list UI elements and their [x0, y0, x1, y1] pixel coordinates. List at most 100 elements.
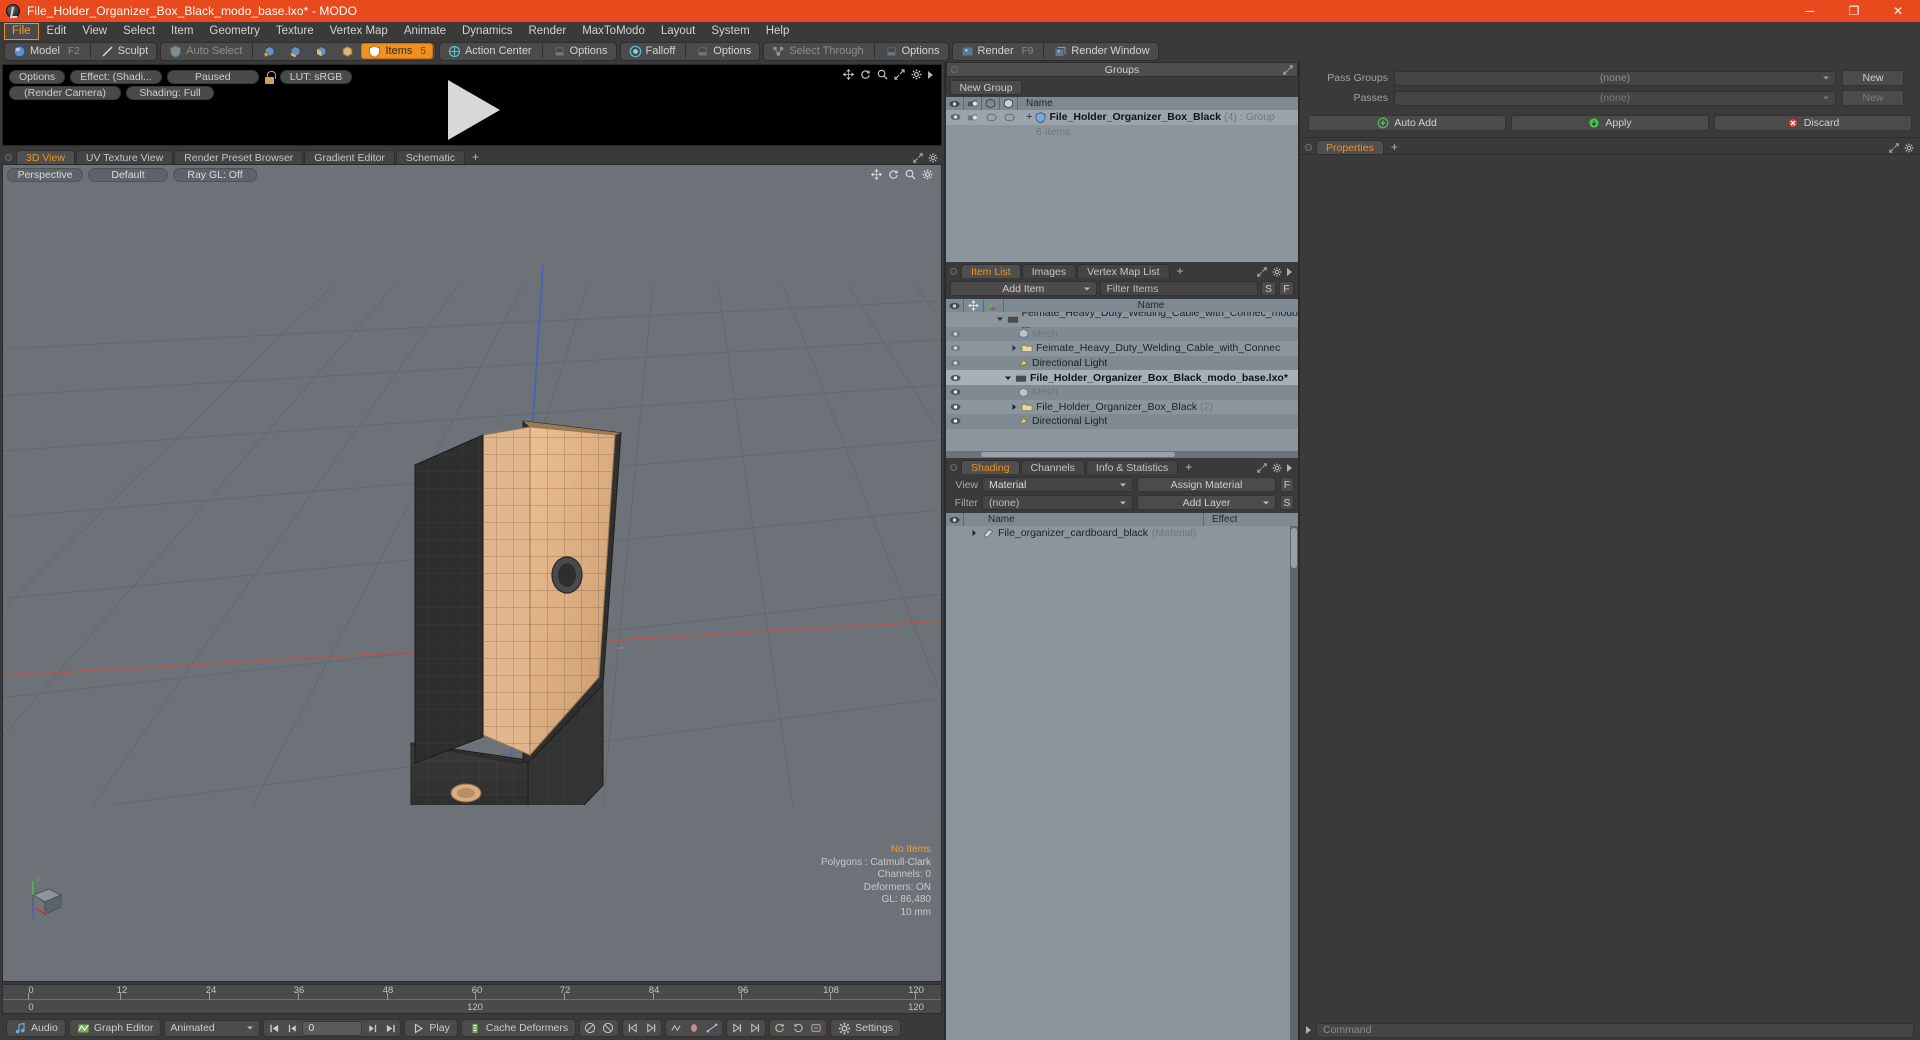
settings-button[interactable]: Settings [830, 1019, 901, 1037]
add-layer-s-button[interactable]: S [1280, 495, 1294, 510]
add-properties-tab-button[interactable]: + [1385, 141, 1404, 154]
expand-panel-icon[interactable] [913, 153, 923, 163]
tab-uv-texture-view[interactable]: UV Texture View [76, 150, 173, 164]
add-shading-tab-button[interactable]: + [1179, 461, 1198, 474]
menu-item-select[interactable]: Select [115, 23, 163, 40]
go-to-start-button[interactable] [266, 1021, 282, 1036]
ellipse-icon-button[interactable] [686, 1021, 702, 1036]
tab-shading[interactable]: Shading [961, 460, 1020, 474]
item-list-hscrollbar[interactable] [946, 451, 1298, 458]
menu-item-file[interactable]: File [4, 23, 39, 40]
menu-item-animate[interactable]: Animate [396, 23, 454, 40]
select-through-button[interactable]: Select Through [766, 43, 869, 59]
cache-deformers-button[interactable]: Cache Deformers [461, 1019, 576, 1037]
items-mode-button[interactable]: Items 5 [361, 43, 432, 59]
next-frame-button[interactable] [364, 1021, 380, 1036]
panel-gear-icon[interactable] [1272, 463, 1282, 473]
row-eye-toggle[interactable] [946, 330, 964, 338]
go-to-end-button[interactable] [382, 1021, 398, 1036]
expand-arrow-down-icon[interactable] [1004, 374, 1012, 382]
menu-item-vertex-map[interactable]: Vertex Map [322, 23, 396, 40]
gear-icon[interactable] [911, 69, 922, 80]
render-lut-button[interactable]: LUT: sRGB [280, 70, 353, 84]
expand-toggle[interactable]: + [1026, 111, 1032, 123]
passes-select[interactable]: (none) [1394, 91, 1836, 106]
expand-panel-icon[interactable] [1257, 267, 1267, 277]
viewport-raygl-button[interactable]: Ray GL: Off [173, 168, 257, 182]
tab-channels[interactable]: Channels [1021, 460, 1085, 474]
add-item-list-tab-button[interactable]: + [1171, 265, 1190, 278]
render-camera-button[interactable]: (Render Camera) [9, 86, 121, 100]
item-row-6[interactable]: File_Holder_Organizer_Box_Black (2) [946, 400, 1298, 415]
expand-arrow-icon[interactable] [928, 71, 933, 79]
item-row-3[interactable]: Directional Light [946, 356, 1298, 371]
apply-button[interactable]: Apply [1511, 115, 1709, 131]
groups-list-body[interactable]: + File_Holder_Organizer_Box_Black (4) : … [946, 110, 1298, 262]
rotate-icon[interactable] [860, 69, 871, 80]
shading-col-eye[interactable] [946, 513, 964, 526]
tab-schematic[interactable]: Schematic [396, 150, 465, 164]
panel-dot-icon[interactable] [951, 66, 958, 73]
filter-items-input[interactable]: Filter Items [1100, 281, 1259, 296]
vertex-select-button[interactable] [257, 43, 282, 59]
fit-icon[interactable] [894, 69, 905, 80]
material-select-button[interactable] [335, 43, 360, 59]
new-pass-group-button[interactable]: New [1842, 70, 1904, 86]
row-camera-toggle[interactable] [964, 113, 982, 122]
menu-item-help[interactable]: Help [758, 23, 798, 40]
play-button[interactable]: Play [404, 1019, 457, 1037]
cycle-before-button[interactable] [772, 1021, 788, 1036]
shading-list-body[interactable]: File_organizer_cardboard_black (Material… [946, 526, 1298, 1040]
range-start-button[interactable] [729, 1021, 745, 1036]
groups-row[interactable]: + File_Holder_Organizer_Box_Black (4) : … [946, 110, 1298, 125]
row-eye-toggle[interactable] [946, 113, 964, 121]
expand-arrow-right-icon[interactable] [1010, 344, 1018, 352]
assign-f-button[interactable]: F [1280, 477, 1294, 492]
shading-row-0[interactable]: File_organizer_cardboard_black (Material… [946, 526, 1298, 541]
pass-groups-select[interactable]: (none) [1394, 71, 1836, 86]
tab-vertex-map-list[interactable]: Vertex Map List [1077, 264, 1169, 278]
row-eye-toggle[interactable] [946, 359, 964, 367]
row-shaded-box-toggle[interactable] [1000, 113, 1018, 122]
menu-item-layout[interactable]: Layout [653, 23, 704, 40]
auto-add-button[interactable]: Auto Add [1308, 115, 1506, 131]
groups-col-eye[interactable] [946, 97, 964, 110]
render-shading-button[interactable]: Shading: Full [126, 86, 214, 100]
pan-icon[interactable] [843, 69, 854, 80]
menu-item-view[interactable]: View [74, 23, 115, 40]
command-input[interactable]: Command [1316, 1023, 1914, 1038]
panel-arrow-icon[interactable] [1287, 268, 1292, 276]
expand-panel-icon[interactable] [1283, 65, 1293, 75]
item-col-transform[interactable] [964, 299, 984, 312]
menu-item-geometry[interactable]: Geometry [201, 23, 268, 40]
add-item-button[interactable]: Add Item [950, 281, 1097, 296]
menu-item-item[interactable]: Item [163, 23, 201, 40]
menu-item-dynamics[interactable]: Dynamics [454, 23, 520, 40]
tab-properties[interactable]: Properties [1316, 140, 1384, 154]
close-button[interactable]: ✕ [1876, 0, 1920, 22]
row-eye-toggle[interactable] [946, 417, 964, 425]
render-play-triangle-icon[interactable] [448, 80, 500, 140]
previous-frame-button[interactable] [284, 1021, 300, 1036]
maximize-button[interactable]: ❐ [1832, 0, 1876, 22]
expand-panel-icon[interactable] [1257, 463, 1267, 473]
item-row-0[interactable]: Feimate_Heavy_Duty_Welding_Cable_with_Co… [946, 312, 1298, 327]
render-effect-button[interactable]: Effect: (Shadi... [70, 70, 162, 84]
graph-editor-button[interactable]: Graph Editor [69, 1019, 162, 1037]
item-list-body[interactable]: Feimate_Heavy_Duty_Welding_Cable_with_Co… [946, 312, 1298, 458]
properties-tab-dot[interactable] [1305, 144, 1312, 151]
panel-arrow-icon[interactable] [1287, 464, 1292, 472]
minimize-button[interactable]: ─ [1788, 0, 1832, 22]
render-paused-button[interactable]: Paused [167, 70, 259, 84]
view-select[interactable]: Material [982, 477, 1133, 492]
menu-item-edit[interactable]: Edit [39, 23, 75, 40]
filter-s-button[interactable]: S [1261, 281, 1276, 296]
filter-f-button[interactable]: F [1279, 281, 1294, 296]
discard-button[interactable]: Discard [1714, 115, 1912, 131]
viewport-pan-icon[interactable] [871, 169, 882, 180]
cycle-repeat-button[interactable] [808, 1021, 824, 1036]
animation-mode-select[interactable]: Animated [164, 1020, 260, 1037]
sculpt-mode-button[interactable]: Sculpt [95, 43, 155, 59]
item-list-tab-dot[interactable] [950, 268, 957, 275]
tab-images[interactable]: Images [1022, 264, 1076, 278]
